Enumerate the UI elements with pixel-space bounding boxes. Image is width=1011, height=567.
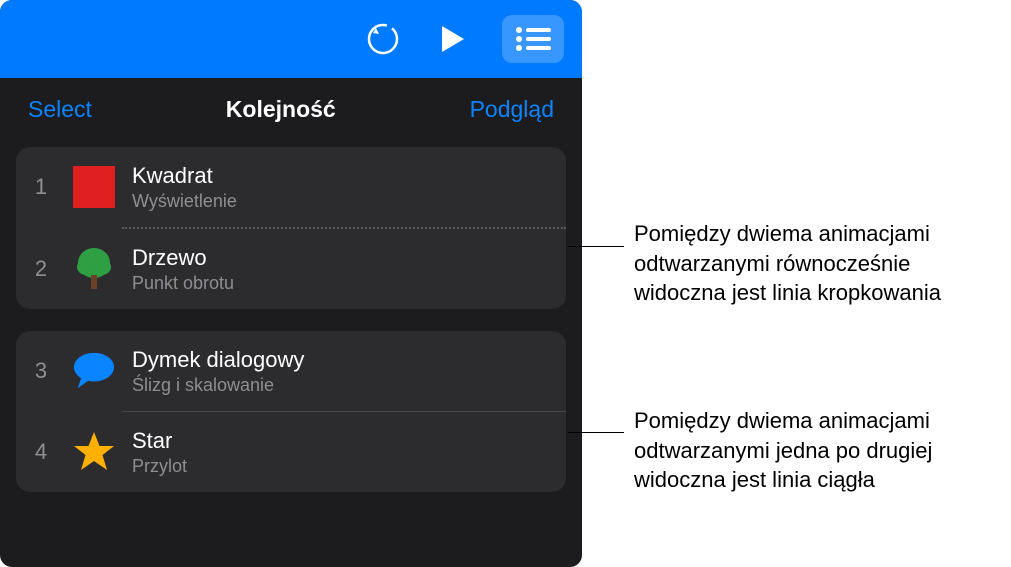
speech-bubble-icon [72, 349, 116, 393]
item-subtitle: Ślizg i skalowanie [132, 375, 304, 396]
animation-group: 1 Kwadrat Wyświetlenie 2 [16, 147, 566, 309]
preview-button[interactable]: Podgląd [470, 96, 554, 123]
build-order-list: 1 Kwadrat Wyświetlenie 2 [0, 133, 582, 492]
star-icon [72, 430, 116, 474]
item-title: Kwadrat [132, 163, 237, 189]
topbar [0, 0, 582, 78]
subheader: Select Kolejność Podgląd [0, 78, 582, 133]
list-item[interactable]: 1 Kwadrat Wyświetlenie [16, 147, 566, 227]
item-number: 2 [26, 256, 56, 282]
play-icon[interactable] [432, 18, 474, 60]
animation-group: 3 Dymek dialogowy Ślizg i skalowanie 4 [16, 331, 566, 492]
callouts-region: Pomiędzy dwiema animacjami odtwarzanymi … [582, 0, 1011, 567]
list-item[interactable]: 3 Dymek dialogowy Ślizg i skalowanie [16, 331, 566, 411]
callout-leader-line [568, 432, 624, 433]
item-subtitle: Przylot [132, 456, 187, 477]
panel-title: Kolejność [226, 96, 336, 123]
select-button[interactable]: Select [28, 96, 92, 123]
list-item[interactable]: 4 Star Przylot [16, 412, 566, 492]
device-panel: Select Kolejność Podgląd 1 Kwadrat Wyświ… [0, 0, 582, 567]
item-number: 1 [26, 174, 56, 200]
callout-leader-line [568, 246, 624, 247]
item-title: Star [132, 428, 187, 454]
undo-icon[interactable] [362, 18, 404, 60]
item-number: 4 [26, 439, 56, 465]
item-title: Drzewo [132, 245, 234, 271]
tree-icon [72, 247, 116, 291]
list-item[interactable]: 2 Drzewo Punkt obrotu [16, 229, 566, 309]
callout-text: Pomiędzy dwiema animacjami odtwarzanymi … [634, 406, 1011, 495]
square-icon [72, 165, 116, 209]
item-title: Dymek dialogowy [132, 347, 304, 373]
item-subtitle: Punkt obrotu [132, 273, 234, 294]
callout-text: Pomiędzy dwiema animacjami odtwarzanymi … [634, 219, 1011, 308]
item-subtitle: Wyświetlenie [132, 191, 237, 212]
item-number: 3 [26, 358, 56, 384]
build-order-icon[interactable] [502, 15, 564, 63]
